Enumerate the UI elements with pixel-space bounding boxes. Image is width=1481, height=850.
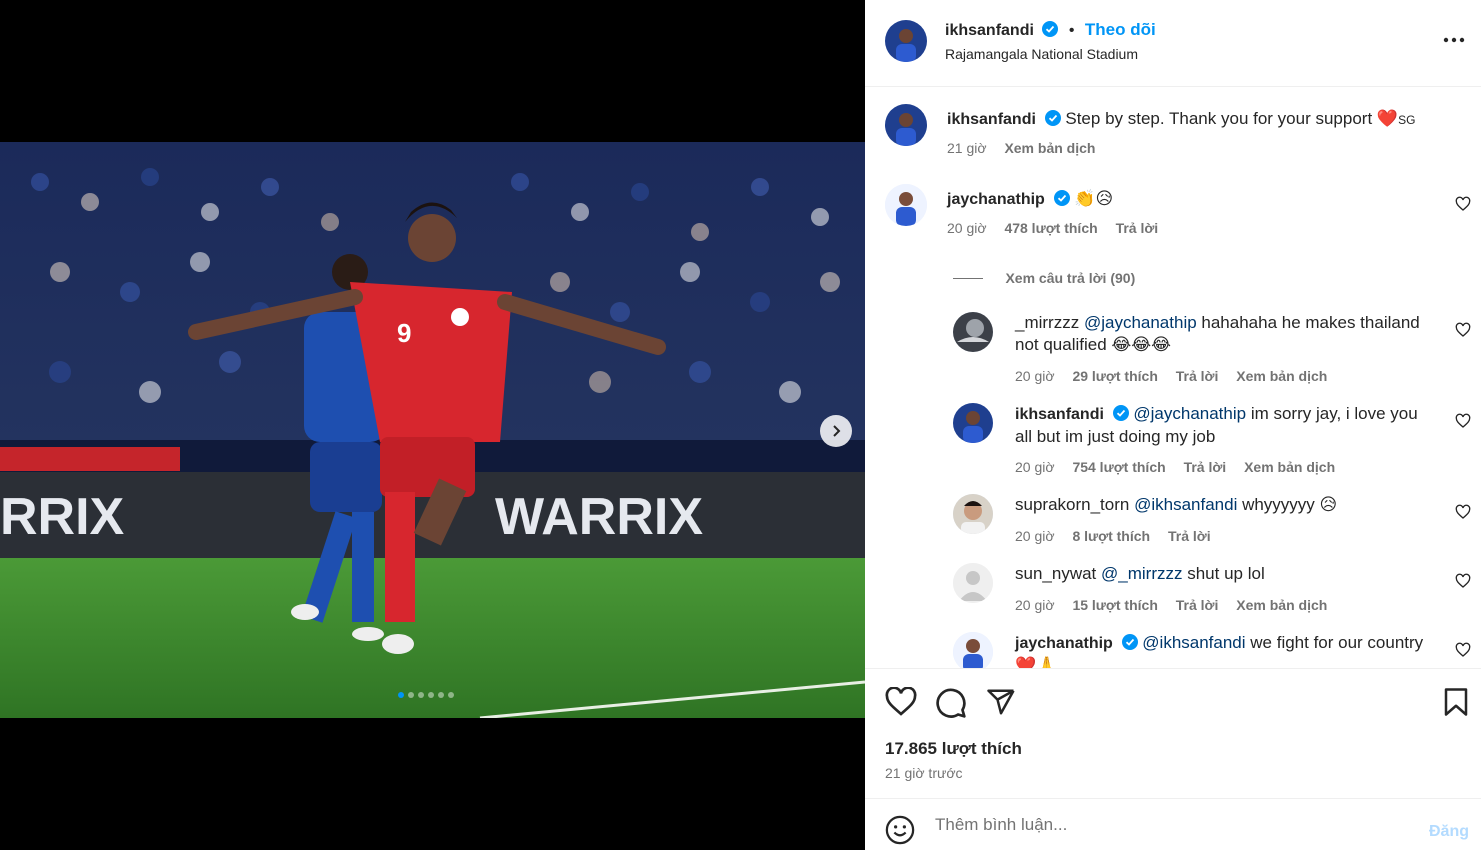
comment-username[interactable]: jaychanathip [947,191,1045,208]
reply-translate-link[interactable]: Xem bản dịch [1236,597,1327,613]
comments-list[interactable]: ikhsanfandi Step by step. Thank you for … [865,88,1481,668]
post-actions: 17.865 lượt thích 21 giờ trước [865,668,1481,798]
reply-mention[interactable]: @jaychanathip [1084,313,1197,332]
default-user-icon [953,563,993,603]
reply-like-heart-icon[interactable] [1455,322,1471,338]
reply-reply-button[interactable]: Trả lời [1176,368,1219,384]
reply-avatar[interactable] [953,494,993,534]
verified-badge-icon [1044,110,1061,126]
reply-avatar[interactable] [953,312,993,352]
reply-like-heart-icon[interactable] [1455,504,1471,520]
author-avatar[interactable] [885,20,927,62]
comment-likes[interactable]: 478 lượt thích [1004,220,1097,236]
reply-likes[interactable]: 29 lượt thích [1072,368,1157,384]
likes-count[interactable]: 17.865 lượt thích [885,739,1022,759]
comment-time: 20 giờ [947,220,987,236]
reply-text: shut up lol [1182,564,1265,583]
comment-avatar[interactable] [885,184,927,226]
post-location[interactable]: Rajamangala National Stadium [945,46,1138,62]
emoji-smiley-icon[interactable] [885,815,915,845]
reply-reply-button[interactable]: Trả lời [1168,528,1211,544]
reply-username[interactable]: jaychanathip [1015,635,1113,652]
post-photo[interactable]: RRIX WARRIX 9 [0,142,865,718]
reply-mention[interactable]: @jaychanathip [1133,404,1246,423]
caption-text: Step by step. Thank you for your support… [1065,109,1399,128]
reply-likes[interactable]: 8 lượt thích [1072,528,1150,544]
replies-divider [953,278,983,280]
post-header: ikhsanfandi • Theo dõi Rajamangala Natio… [865,0,1481,87]
reply-avatar[interactable] [953,403,993,443]
reply-time: 20 giờ [1015,528,1055,544]
share-paper-plane-icon[interactable] [985,687,1017,717]
reply-likes[interactable]: 15 lượt thích [1072,597,1157,613]
reply-mention[interactable]: @ikhsanfandi [1134,495,1237,514]
reply-username[interactable]: ikhsanfandi [1015,406,1104,423]
reply-reply-button[interactable]: Trả lời [1176,597,1219,613]
carousel-dot-active [398,692,404,698]
comment-like-heart-icon[interactable] [1455,196,1471,212]
like-heart-icon[interactable] [885,687,917,717]
carousel-indicator [398,692,454,698]
reply-username[interactable]: _mirrzzz [1015,313,1079,332]
comment-input[interactable] [935,813,1395,837]
header-separator: • [1068,22,1075,39]
carousel-dot [408,692,414,698]
reply-mention[interactable]: @ikhsanfandi [1142,633,1245,652]
post-photo-illustration: RRIX WARRIX 9 [0,142,865,718]
reply-avatar[interactable] [953,632,993,668]
reply-translate-link[interactable]: Xem bản dịch [1244,459,1335,475]
reply-like-heart-icon[interactable] [1455,642,1471,658]
reply-likes[interactable]: 754 lượt thích [1072,459,1165,475]
carousel-dot [428,692,434,698]
reply-mention[interactable]: @_mirrzzz [1101,564,1182,583]
caption-author-avatar[interactable] [885,104,927,146]
reply-reply-button[interactable]: Trả lời [1184,459,1227,475]
chevron-right-icon [833,425,841,437]
media-stage: RRIX WARRIX 9 [0,0,865,850]
verified-badge-icon [1121,634,1138,650]
caption-time: 21 giờ [947,140,987,156]
more-options-button[interactable] [1441,30,1467,50]
follow-button[interactable]: Theo dõi [1085,20,1156,39]
more-horizontal-icon [1443,37,1465,43]
verified-badge-icon [1112,405,1129,421]
view-replies-label[interactable]: Xem câu trả lời (90) [1005,270,1135,286]
reply-username[interactable]: suprakorn_torn [1015,495,1129,514]
reply-username[interactable]: sun_nywat [1015,564,1096,583]
ad-board-left-text: RRIX [0,488,125,546]
comment-reply-button[interactable]: Trả lời [1116,220,1159,236]
post-detail-panel: ikhsanfandi • Theo dõi Rajamangala Natio… [865,0,1481,850]
verified-badge-icon [1042,21,1059,37]
carousel-next-button[interactable] [820,415,852,447]
svg-text:9: 9 [397,318,411,348]
reply-like-heart-icon[interactable] [1455,413,1471,429]
post-comment-button[interactable]: Đăng [1429,823,1469,841]
author-username[interactable]: ikhsanfandi [945,22,1034,39]
caption-username[interactable]: ikhsanfandi [947,111,1036,128]
reply-avatar[interactable] [953,563,993,603]
ad-board-right-text: WARRIX [495,488,703,546]
save-bookmark-icon[interactable] [1443,687,1469,717]
reply-time: 20 giờ [1015,597,1055,613]
comment-composer: Đăng [865,798,1481,850]
comment-text: 👏😥 [1074,189,1114,208]
comment-bubble-icon[interactable] [935,687,967,719]
verified-badge-icon [1053,190,1070,206]
carousel-dot [448,692,454,698]
caption-translate-link[interactable]: Xem bản dịch [1004,140,1095,156]
caption-suffix: SG [1398,113,1416,127]
reply-text: whyyyyyy 😥 [1237,495,1338,514]
reply-like-heart-icon[interactable] [1455,573,1471,589]
carousel-dot [418,692,424,698]
reply-time: 20 giờ [1015,459,1055,475]
view-replies-toggle[interactable]: Xem câu trả lời (90) [953,270,1135,288]
reply-time: 20 giờ [1015,368,1055,384]
carousel-dot [438,692,444,698]
post-time-ago: 21 giờ trước [885,765,963,781]
reply-translate-link[interactable]: Xem bản dịch [1236,368,1327,384]
